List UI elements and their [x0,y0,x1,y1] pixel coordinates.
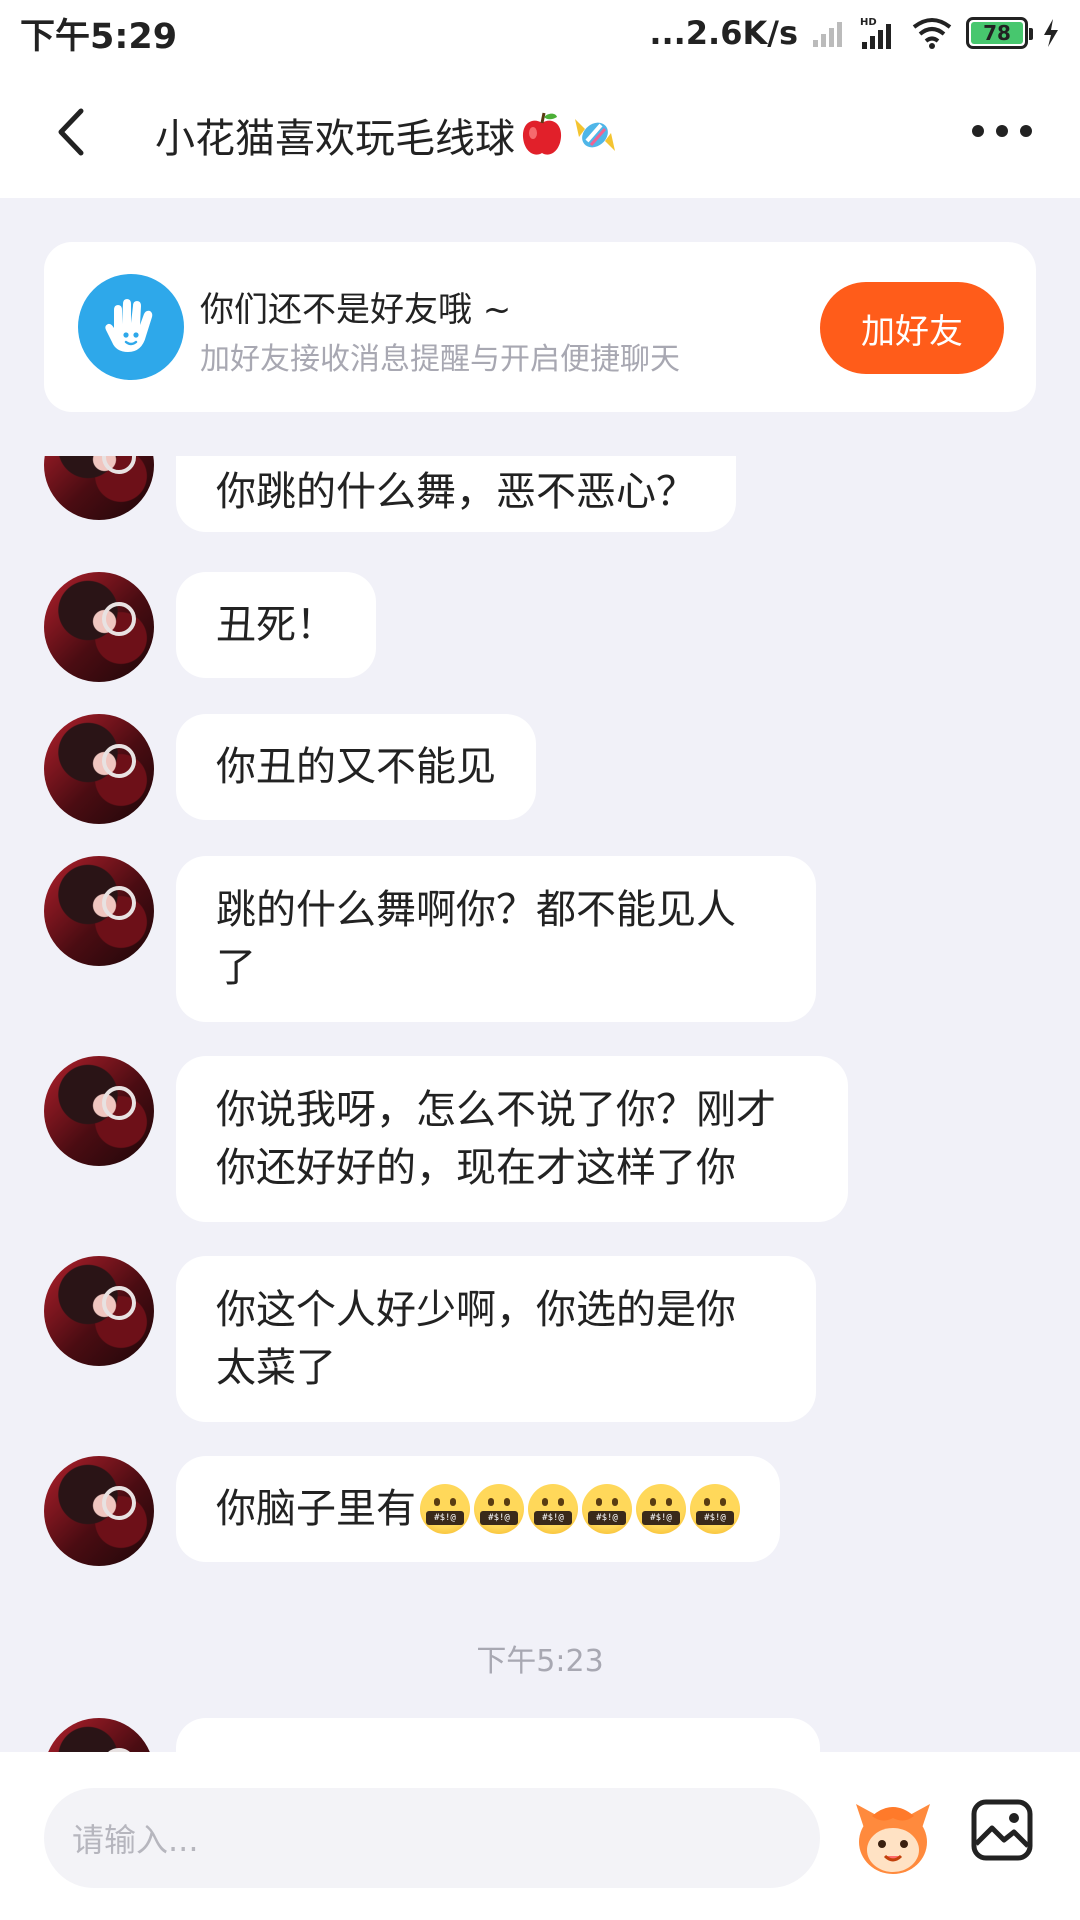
avatar[interactable] [44,572,154,682]
swearing-face-emoji-icon [582,1484,632,1534]
candy-emoji-icon [575,119,615,151]
chat-header: 小花猫喜欢玩毛线球 [0,66,1080,198]
status-indicators: ...2.6K/s HD 78 [649,14,1060,52]
message-bubble[interactable]: 你说我呀，怎么不说了你？刚才 你还好好的，现在才这样了你 [176,1056,848,1222]
message-text: 你丑的又不能见 [216,744,496,790]
swearing-face-emoji-icon [474,1484,524,1534]
message-text: 你跳的什么舞，恶不恶心？ [216,469,696,515]
not-friend-title: 你们还不是好友哦 ~ [200,290,512,330]
network-speed: ...2.6K/s [649,14,798,52]
chat-title: 小花猫喜欢玩毛线球 [155,116,515,162]
chevron-left-icon [58,108,84,156]
swearing-face-emoji-icon [420,1484,470,1534]
sticker-icon [856,1804,930,1874]
not-friend-card: 你们还不是好友哦 ~ 加好友接收消息提醒与开启便捷聊天 加好友 [44,242,1036,412]
avatar[interactable] [44,714,154,824]
image-button[interactable] [970,1798,1034,1862]
swearing-face-emoji-icon [636,1484,686,1534]
message-text: 你脑子里有 [216,1486,416,1532]
emoji-group [420,1484,740,1534]
swearing-face-emoji-icon [528,1484,578,1534]
avatar[interactable] [44,1718,154,1752]
back-button[interactable] [40,102,100,162]
message-text: 丑死！ [216,602,336,648]
battery-level: 78 [971,21,1023,45]
more-options-button[interactable] [972,116,1032,146]
apple-emoji-icon [522,112,562,155]
more-dots-icon [996,125,1008,137]
status-time: 下午5:29 [20,16,178,57]
signal-weak-icon [812,18,846,48]
wifi-icon [912,17,952,49]
swearing-face-emoji-icon [690,1484,740,1534]
message-bubble[interactable]: 你这个人好少啊，你选的是你 太菜了 [176,1256,816,1422]
avatar[interactable] [44,1056,154,1166]
chat-title-wrap: 小花猫喜欢玩毛线球 [155,106,621,164]
avatar[interactable] [44,1256,154,1366]
message-bubble[interactable]: 你脑子里有 [176,1456,780,1562]
not-friend-subtitle: 加好友接收消息提醒与开启便捷聊天 [200,342,680,377]
more-dots-icon [1020,125,1032,137]
message-bubble[interactable]: 丑死！ [176,572,376,678]
avatar[interactable] [44,1456,154,1566]
charging-icon [1042,18,1060,48]
timestamp: 下午5:23 [476,1644,604,1679]
message-bubble[interactable] [176,1718,820,1752]
avatar[interactable] [44,456,154,520]
add-friend-button[interactable]: 加好友 [820,282,1004,374]
message-text: 你这个人好少啊，你选的是你 太菜了 [216,1287,736,1391]
message-bubble[interactable]: 你跳的什么舞，恶不恶心？ [176,456,736,532]
more-dots-icon [972,125,984,137]
chat-message-list[interactable]: 你跳的什么舞，恶不恶心？ 丑死！ 你丑的又不能见 跳的什么舞啊你？都不能见人 了… [0,456,1080,1752]
message-bubble[interactable]: 跳的什么舞啊你？都不能见人 了 [176,856,816,1022]
signal-hd-icon: HD [860,16,898,50]
message-text: 你说我呀，怎么不说了你？刚才 你还好好的，现在才这样了你 [216,1087,776,1191]
status-bar: 下午5:29 ...2.6K/s HD 78 [0,0,1080,66]
image-icon [971,1799,1033,1861]
sticker-button[interactable] [852,1794,934,1880]
svg-text:HD: HD [860,17,877,28]
avatar[interactable] [44,856,154,966]
waving-hand-icon [78,274,184,380]
message-text: 跳的什么舞啊你？都不能见人 了 [216,887,736,991]
message-input[interactable]: 请输入... [44,1788,820,1888]
battery-icon: 78 [966,17,1033,49]
message-bubble[interactable]: 你丑的又不能见 [176,714,536,820]
input-bar: 请输入... [0,1752,1080,1920]
